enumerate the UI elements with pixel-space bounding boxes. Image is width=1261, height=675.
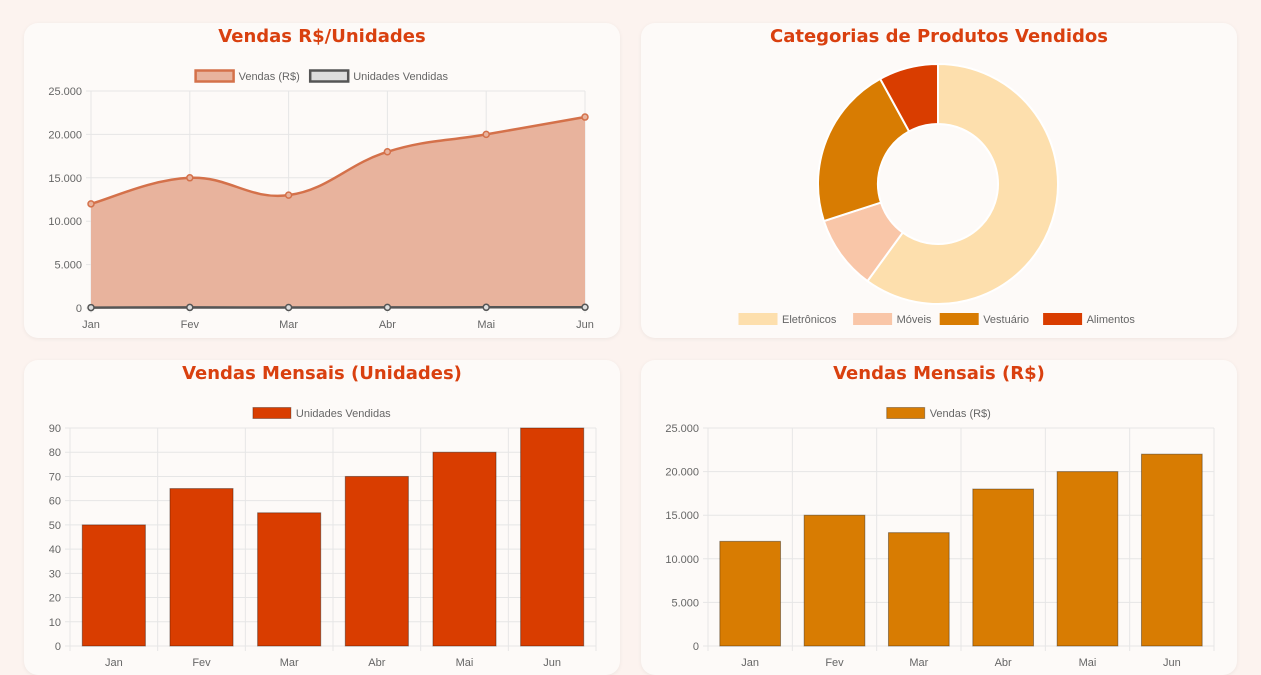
x-tick-label: Jan: [741, 657, 759, 669]
x-tick-label: Fev: [825, 657, 844, 669]
bar: [169, 488, 234, 647]
sales-bar-chart: 0 5.000 10.000 15.000 20.000 25.000 Jan Fev Mar A…: [665, 407, 1215, 669]
legend-swatch: [252, 407, 292, 419]
y-tick-label: 40: [49, 544, 61, 556]
bar: [719, 540, 782, 647]
legend-label: Móveis: [897, 314, 932, 326]
x-tick-label: Abr: [995, 657, 1012, 669]
legend-swatch: [853, 313, 893, 325]
y-tick-label: 90: [49, 423, 61, 435]
y-tick-label: 10.000: [665, 554, 699, 566]
bar: [344, 475, 409, 647]
legend-swatch: [1043, 313, 1083, 325]
y-tick-label: 10: [49, 617, 61, 629]
data-point-vendas: [186, 174, 194, 182]
data-point-vendas: [581, 113, 589, 121]
legend-label: Alimentos: [1087, 314, 1136, 326]
x-tick-label: Jun: [576, 319, 594, 331]
x-tick-label: Mar: [279, 319, 298, 331]
legend-swatch: [939, 313, 979, 325]
donut-chart: Eletrônicos Móveis Vestuário Alimentos: [738, 62, 1136, 326]
data-point-unidades: [482, 303, 490, 312]
legend-swatch: [886, 407, 926, 419]
x-tick-label: Fev: [192, 657, 211, 669]
data-point-unidades: [87, 303, 95, 312]
legend-label: Vendas (R$): [239, 71, 300, 83]
legend-label: Unidades Vendidas: [353, 71, 448, 83]
y-tick-label: 20.000: [665, 467, 699, 479]
y-tick-label: 0: [693, 641, 699, 653]
bar: [803, 514, 866, 647]
bar: [887, 532, 950, 647]
data-point-unidades: [284, 303, 293, 312]
legend-swatch: [194, 69, 235, 83]
y-tick-label: 15.000: [665, 510, 699, 522]
bar: [81, 524, 146, 647]
x-tick-label: Jun: [1163, 657, 1181, 669]
legend-swatch: [308, 69, 350, 83]
legend-label: Vestuário: [983, 314, 1029, 326]
card-units-bar-chart: Vendas Mensais (Unidades) 0 10 20 30 40 50 60 7…: [24, 360, 620, 675]
x-tick-label: Abr: [379, 319, 396, 331]
y-tick-label: 20: [49, 593, 61, 605]
y-tick-label: 5.000: [54, 260, 82, 272]
y-tick-label: 15.000: [48, 173, 82, 185]
y-tick-label: 50: [49, 520, 61, 532]
y-tick-label: 70: [49, 471, 61, 483]
bar: [257, 512, 322, 647]
legend-label: Unidades Vendidas: [296, 408, 391, 420]
legend-swatch: [738, 313, 778, 325]
data-point-vendas: [284, 191, 293, 199]
data-point-vendas: [87, 200, 95, 208]
legend-label: Eletrônicos: [782, 314, 837, 326]
x-tick-label: Fev: [181, 319, 200, 331]
y-tick-label: 30: [49, 568, 61, 580]
x-tick-label: Mai: [477, 319, 495, 331]
y-tick-label: 80: [49, 447, 61, 459]
x-tick-label: Mar: [909, 657, 928, 669]
bar: [1056, 471, 1119, 647]
legend-label: Vendas (R$): [930, 408, 991, 420]
x-tick-label: Jan: [82, 319, 100, 331]
data-point-unidades: [186, 303, 194, 312]
y-tick-label: 60: [49, 496, 61, 508]
x-tick-label: Mai: [456, 657, 474, 669]
y-tick-label: 25.000: [665, 423, 699, 435]
y-tick-label: 10.000: [48, 216, 82, 228]
x-tick-label: Jan: [105, 657, 123, 669]
y-tick-label: 5.000: [671, 597, 699, 609]
bar: [972, 488, 1035, 647]
area-chart: 0 5.000 10.000 15.000 20.000 25.000 Jan Fev Mar A…: [48, 69, 594, 331]
bar: [1140, 453, 1203, 647]
x-tick-label: Abr: [368, 657, 385, 669]
card-donut-chart: Categorias de Produtos Vendidos Eletrôni…: [641, 23, 1237, 338]
x-tick-label: Mar: [280, 657, 299, 669]
x-tick-label: Mai: [1079, 657, 1097, 669]
y-tick-label: 0: [76, 303, 82, 315]
data-point-unidades: [581, 303, 589, 311]
series-area-vendas: [91, 117, 585, 308]
bar: [432, 451, 497, 647]
x-tick-label: Jun: [543, 657, 561, 669]
card-sales-bar-chart: Vendas Mensais (R$) 0 5.000 10.000 15.000 20…: [641, 360, 1237, 675]
data-point-vendas: [383, 148, 392, 156]
data-point-unidades: [383, 303, 392, 312]
y-tick-label: 0: [55, 641, 61, 653]
card-area-chart: Vendas R$/Unidades 0 5.000 10.000 15.000 20.…: [24, 23, 620, 338]
data-point-vendas: [482, 130, 490, 139]
bar: [520, 427, 585, 647]
units-bar-chart: 0 10 20 30 40 50 60 70 80 90 Jan Fev Mar Abr Mai Jun Uni…: [49, 407, 597, 669]
y-tick-label: 25.000: [48, 86, 82, 98]
y-tick-label: 20.000: [48, 129, 82, 141]
